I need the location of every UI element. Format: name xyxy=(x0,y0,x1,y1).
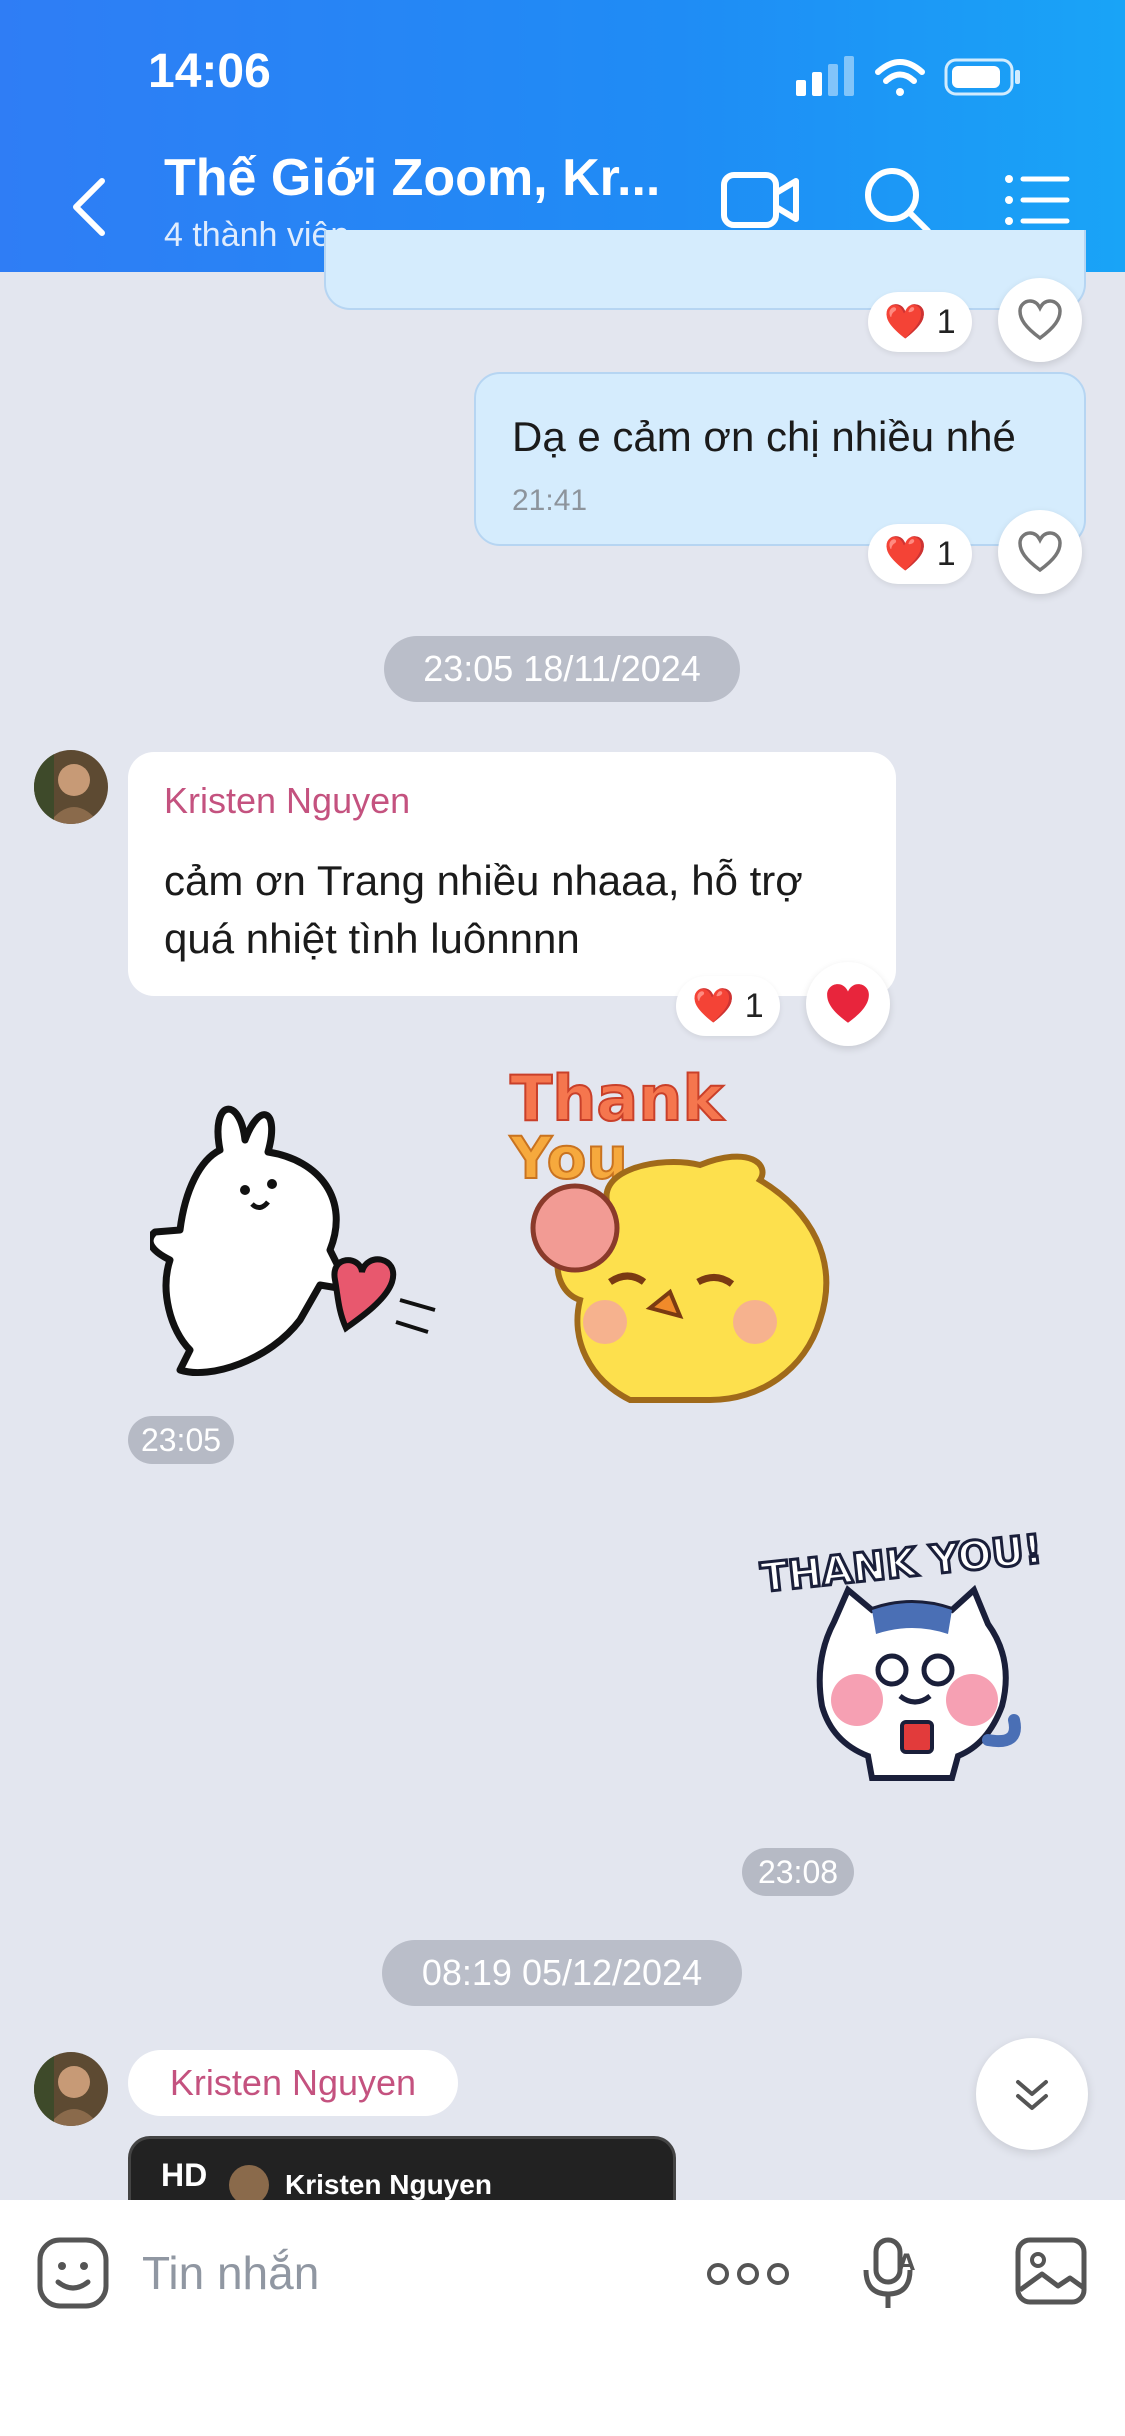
svg-text:THANK YOU!: THANK YOU! xyxy=(759,1526,1045,1601)
bunny-sticker-icon xyxy=(146,1105,436,1377)
video-message-thumbnail[interactable]: HD Kristen Nguyen xyxy=(128,2136,676,2203)
video-call-icon[interactable] xyxy=(720,165,800,240)
status-time: 14:06 xyxy=(148,45,271,98)
signal-icon xyxy=(796,56,854,96)
member-count[interactable]: 4 thành viên xyxy=(164,216,349,255)
message-bubble-outgoing[interactable]: Dạ e cảm ơn chị nhiều nhé 21:41 xyxy=(474,372,1086,546)
sticker-thank-you-cat[interactable]: THANK YOU! xyxy=(752,1510,1082,1810)
sender-name[interactable]: Kristen Nguyen xyxy=(164,780,410,822)
like-button[interactable] xyxy=(998,278,1082,362)
heart-icon: ❤️ xyxy=(692,987,735,1025)
back-icon[interactable] xyxy=(64,175,118,239)
chick-sticker-icon: Thank You xyxy=(508,1061,830,1403)
menu-icon[interactable] xyxy=(1003,165,1073,240)
reaction-count: 1 xyxy=(936,534,956,573)
emoji-icon[interactable] xyxy=(36,2236,110,2315)
date-separator: 23:05 18/11/2024 xyxy=(384,636,740,702)
date-separator: 08:19 05/12/2024 xyxy=(382,1940,742,2006)
heart-outline-icon xyxy=(1018,299,1062,341)
wifi-icon xyxy=(875,59,925,96)
gallery-icon[interactable] xyxy=(1014,2236,1088,2311)
status-icons xyxy=(796,52,1026,107)
double-chevron-down-icon xyxy=(1016,2080,1048,2110)
cat-sticker-icon xyxy=(816,1584,1021,1781)
reaction-summary[interactable]: ❤️ 1 xyxy=(868,524,972,584)
heart-filled-icon xyxy=(827,984,869,1023)
battery-icon xyxy=(944,58,1020,96)
heart-icon: ❤️ xyxy=(884,535,927,573)
message-time: 21:41 xyxy=(512,484,588,517)
chat-title[interactable]: Thế Giới Zoom, Kr... xyxy=(164,148,660,208)
message-input[interactable]: Tin nhắn xyxy=(142,2246,319,2300)
avatar[interactable] xyxy=(34,750,108,824)
composer-bar xyxy=(0,2200,1125,2436)
video-owner-name: Kristen Nguyen xyxy=(285,2169,492,2200)
message-text: Dạ e cảm ơn chị nhiều nhé xyxy=(512,413,1016,460)
voice-to-text-icon[interactable]: A xyxy=(862,2236,922,2317)
scroll-to-bottom-button[interactable] xyxy=(976,2038,1088,2150)
sender-name-chip[interactable]: Kristen Nguyen xyxy=(128,2050,458,2116)
like-button[interactable] xyxy=(998,510,1082,594)
message-bubble-previous[interactable] xyxy=(324,230,1086,310)
reaction-count: 1 xyxy=(936,302,956,341)
sticker-thank-you[interactable]: Thank You xyxy=(146,1060,850,1410)
reaction-count: 1 xyxy=(744,986,764,1025)
reaction-summary[interactable]: ❤️ 1 xyxy=(868,292,972,352)
heart-outline-icon xyxy=(1018,531,1062,573)
sender-name: Kristen Nguyen xyxy=(169,2062,417,2103)
message-text: cảm ơn Trang nhiều nhaaa, hỗ trợ quá nhi… xyxy=(164,857,803,962)
more-icon[interactable] xyxy=(706,2256,790,2297)
message-time: 23:05 xyxy=(128,1416,234,1464)
video-avatar xyxy=(229,2165,269,2203)
message-bubble-incoming[interactable]: Kristen Nguyen cảm ơn Trang nhiều nhaaa,… xyxy=(128,752,896,996)
heart-icon: ❤️ xyxy=(884,303,927,341)
hd-badge: HD xyxy=(161,2157,208,2193)
svg-text:A: A xyxy=(898,2251,915,2276)
reaction-summary[interactable]: ❤️ 1 xyxy=(676,976,780,1036)
reacted-heart-button[interactable] xyxy=(806,962,890,1046)
avatar[interactable] xyxy=(34,2052,108,2126)
message-time: 23:08 xyxy=(742,1848,854,1896)
